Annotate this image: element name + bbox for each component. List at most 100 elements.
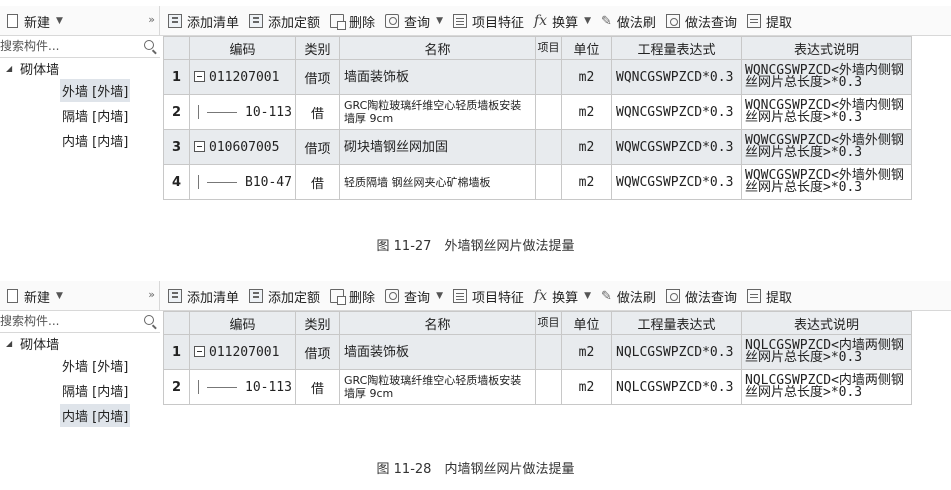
tree-root-masonry-wall[interactable]: ◢ 砌体墙 (0, 333, 160, 353)
row-unit[interactable]: m2 (561, 369, 612, 405)
method-query-button[interactable]: 做法查询 (661, 285, 742, 307)
tree-item-interior-wall[interactable]: 内墙 [内墙] (0, 128, 160, 153)
row-code-cell[interactable]: 10-113 (189, 369, 296, 405)
delete-button[interactable]: 删除 (325, 10, 380, 32)
row-code-cell[interactable]: 011207001 (189, 334, 296, 370)
row-item[interactable] (535, 129, 562, 165)
col-header-code[interactable]: 编码 (189, 311, 296, 335)
table-row[interactable]: 2 10-113 借 GRC陶粒玻璃纤维空心轻质墙板安装 墙厚 9cm m2 N… (163, 369, 912, 405)
col-header-name[interactable]: 名称 (339, 36, 536, 60)
expand-more-icon[interactable]: » (148, 288, 155, 301)
row-category[interactable]: 借 (295, 94, 340, 130)
add-quota-icon (249, 289, 264, 303)
row-unit[interactable]: m2 (561, 334, 612, 370)
convert-button[interactable]: fx 换算 ▼ (529, 10, 596, 32)
row-name[interactable]: GRC陶粒玻璃纤维空心轻质墙板安装 墙厚 9cm (339, 94, 536, 130)
col-header-expr[interactable]: 工程量表达式 (611, 311, 742, 335)
row-name[interactable]: 墙面装饰板 (339, 334, 536, 370)
row-expr[interactable]: WQWCGSWPZCD*0.3 (611, 164, 742, 200)
row-category[interactable]: 借 (295, 369, 340, 405)
row-unit[interactable]: m2 (561, 164, 612, 200)
col-header-item[interactable]: 项目 (535, 36, 562, 60)
query-button[interactable]: 查询 ▼ (380, 10, 448, 32)
row-code-cell[interactable]: B10-47 (189, 164, 296, 200)
row-item[interactable] (535, 164, 562, 200)
tree-item-interior-wall[interactable]: 内墙 [内墙] (0, 403, 160, 428)
table-row[interactable]: 1 011207001 借项 墙面装饰板 m2 WQNCGSWPZCD*0.3 … (163, 59, 912, 95)
new-button[interactable]: 新建 ▼ (4, 10, 66, 32)
row-expr[interactable]: NQLCGSWPZCD*0.3 (611, 334, 742, 370)
convert-button[interactable]: fx 换算 ▼ (529, 285, 596, 307)
extract-button[interactable]: 提取 (742, 10, 797, 32)
row-name[interactable]: 砌块墙钢丝网加固 (339, 129, 536, 165)
method-brush-button[interactable]: ✎ 做法刷 (596, 285, 661, 307)
row-expr[interactable]: WQNCGSWPZCD*0.3 (611, 59, 742, 95)
row-item[interactable] (535, 369, 562, 405)
add-quota-button[interactable]: 添加定额 (244, 285, 325, 307)
search-box (0, 36, 160, 58)
row-code-cell[interactable]: 010607005 (189, 129, 296, 165)
row-unit[interactable]: m2 (561, 94, 612, 130)
col-header-category[interactable]: 类别 (295, 36, 340, 60)
row-category[interactable]: 借项 (295, 334, 340, 370)
collapse-triangle-icon[interactable]: ◢ (6, 339, 12, 348)
tree-item-exterior-wall[interactable]: 外墙 [外墙] (0, 353, 160, 378)
delete-button[interactable]: 删除 (325, 285, 380, 307)
row-category[interactable]: 借项 (295, 129, 340, 165)
add-list-button[interactable]: 添加清单 (163, 285, 244, 307)
extract-icon (746, 14, 761, 28)
row-item[interactable] (535, 94, 562, 130)
col-header-unit[interactable]: 单位 (561, 36, 612, 60)
extract-label: 提取 (765, 290, 792, 306)
col-header-desc[interactable]: 表达式说明 (741, 36, 912, 60)
row-code-cell[interactable]: 10-113 (189, 94, 296, 130)
tree-item-partition-wall[interactable]: 隔墙 [内墙] (0, 378, 160, 403)
tree-item-partition-wall[interactable]: 隔墙 [内墙] (0, 103, 160, 128)
col-header-item[interactable]: 项目 (535, 311, 562, 335)
row-name[interactable]: GRC陶粒玻璃纤维空心轻质墙板安装 墙厚 9cm (339, 369, 536, 405)
collapse-icon[interactable] (194, 345, 205, 357)
row-expr[interactable]: WQNCGSWPZCD*0.3 (611, 94, 742, 130)
extract-button[interactable]: 提取 (742, 285, 797, 307)
col-header-code[interactable]: 编码 (189, 36, 296, 60)
collapse-icon[interactable] (194, 140, 205, 152)
query-button[interactable]: 查询 ▼ (380, 285, 448, 307)
row-unit[interactable]: m2 (561, 129, 612, 165)
collapse-icon[interactable] (194, 70, 205, 82)
search-input[interactable] (0, 36, 130, 56)
tree-item-exterior-wall[interactable]: 外墙 [外墙] (0, 78, 160, 103)
search-icon[interactable] (144, 40, 154, 50)
add-quota-button[interactable]: 添加定额 (244, 10, 325, 32)
row-name[interactable]: 墙面装饰板 (339, 59, 536, 95)
col-header-expr[interactable]: 工程量表达式 (611, 36, 742, 60)
row-expr[interactable]: NQLCGSWPZCD*0.3 (611, 369, 742, 405)
method-brush-button[interactable]: ✎ 做法刷 (596, 10, 661, 32)
search-icon[interactable] (144, 315, 154, 325)
row-item[interactable] (535, 334, 562, 370)
method-query-button[interactable]: 做法查询 (661, 10, 742, 32)
collapse-triangle-icon[interactable]: ◢ (6, 64, 12, 73)
col-header-name[interactable]: 名称 (339, 311, 536, 335)
row-unit[interactable]: m2 (561, 59, 612, 95)
table-row[interactable]: 1 011207001 借项 墙面装饰板 m2 NQLCGSWPZCD*0.3 … (163, 334, 912, 370)
col-header-desc[interactable]: 表达式说明 (741, 311, 912, 335)
new-button[interactable]: 新建 ▼ (4, 285, 66, 307)
row-category[interactable]: 借项 (295, 59, 340, 95)
row-code-cell[interactable]: 011207001 (189, 59, 296, 95)
item-feature-button[interactable]: 项目特征 (448, 10, 529, 32)
add-list-button[interactable]: 添加清单 (163, 10, 244, 32)
table-row[interactable]: 3 010607005 借项 砌块墙钢丝网加固 m2 WQWCGSWPZCD*0… (163, 129, 912, 165)
table-row[interactable]: 4 B10-47 借 轻质隔墙 钢丝网夹心矿棉墙板 m2 WQWCGSWPZCD… (163, 164, 912, 200)
expand-more-icon[interactable]: » (148, 13, 155, 26)
row-category[interactable]: 借 (295, 164, 340, 200)
col-header-category[interactable]: 类别 (295, 311, 340, 335)
row-code: 010607005 (209, 139, 280, 155)
item-feature-button[interactable]: 项目特征 (448, 285, 529, 307)
col-header-unit[interactable]: 单位 (561, 311, 612, 335)
row-name[interactable]: 轻质隔墙 钢丝网夹心矿棉墙板 (339, 164, 536, 200)
row-item[interactable] (535, 59, 562, 95)
row-expr[interactable]: WQWCGSWPZCD*0.3 (611, 129, 742, 165)
tree-root-masonry-wall[interactable]: ◢ 砌体墙 (0, 58, 160, 78)
search-input[interactable] (0, 311, 130, 331)
table-row[interactable]: 2 10-113 借 GRC陶粒玻璃纤维空心轻质墙板安装 墙厚 9cm m2 W… (163, 94, 912, 130)
